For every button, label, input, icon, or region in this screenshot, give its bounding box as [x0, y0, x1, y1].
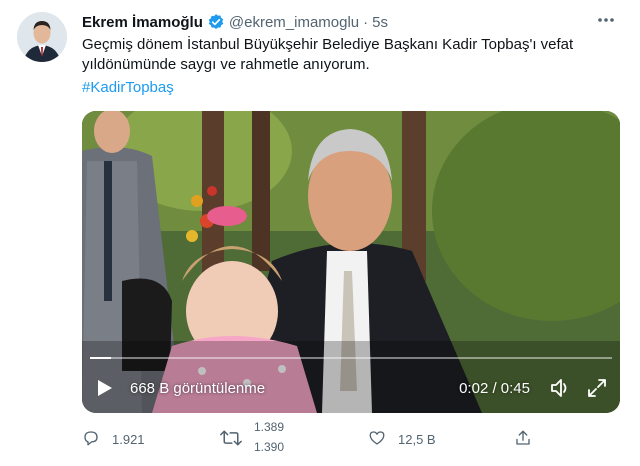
like-count: 12,5 B	[398, 431, 436, 447]
more-icon[interactable]	[594, 8, 618, 32]
video-progress-track[interactable]	[90, 357, 612, 359]
play-icon[interactable]	[94, 377, 116, 399]
reply-count: 1.921	[112, 431, 145, 447]
like-button[interactable]: 12,5 B	[368, 424, 436, 454]
tweet-actions: 1.921 1.389 1.390 12,5 B	[82, 420, 544, 454]
share-button[interactable]	[514, 424, 544, 454]
author-avatar[interactable]	[17, 12, 67, 62]
video-timecode: 0:02 / 0:45	[459, 379, 530, 397]
separator-dot: ·	[363, 13, 369, 31]
tweet-text: Geçmiş dönem İstanbul Büyükşehir Belediy…	[82, 36, 574, 73]
video-progress-fill	[90, 357, 111, 359]
reply-icon	[82, 429, 112, 450]
video-player[interactable]: 668 B görüntülenme 0:02 / 0:45	[82, 111, 620, 413]
verified-badge-icon	[207, 13, 225, 31]
fullscreen-icon[interactable]	[586, 377, 608, 399]
author-handle[interactable]: @ekrem_imamoglu	[229, 14, 359, 31]
retweet-button[interactable]	[220, 424, 254, 454]
view-count: 668 B görüntülenme	[130, 379, 266, 397]
volume-icon[interactable]	[550, 377, 572, 399]
tweet-timestamp[interactable]: 5s	[372, 14, 388, 31]
reply-button[interactable]: 1.921	[82, 424, 145, 454]
retweet-count-new: 1.390	[254, 440, 285, 454]
author-name[interactable]: Ekrem İmamoğlu	[82, 14, 203, 31]
tweet-header: Ekrem İmamoğlu @ekrem_imamoglu · 5s	[82, 12, 388, 32]
hashtag-link[interactable]: #KadirTopbaş	[82, 79, 174, 96]
retweet-icon	[220, 429, 254, 450]
retweet-count-old: 1.389	[254, 420, 285, 434]
video-controls: 668 B görüntülenme 0:02 / 0:45	[82, 363, 620, 413]
like-icon	[368, 429, 398, 450]
share-icon	[514, 429, 544, 450]
